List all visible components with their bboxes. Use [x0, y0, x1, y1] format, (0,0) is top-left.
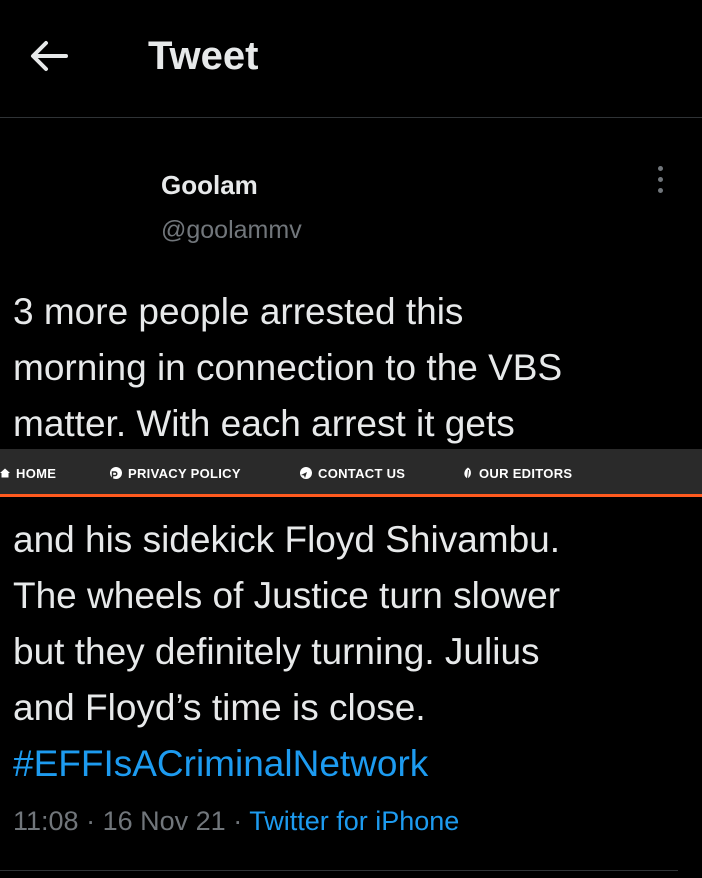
tweet-text-line: 3 more people arrested this — [13, 291, 464, 332]
page-title: Tweet — [148, 34, 259, 78]
site-nav-bar: HOME PRIVACY POLICY CONTACT US OUR EDITO… — [0, 449, 702, 497]
meta-separator: · — [86, 806, 96, 836]
hashtag-link[interactable]: #EFFIsACriminalNetwork — [13, 736, 560, 792]
tweet-text-line: and Floyd’s time is close. — [13, 687, 426, 728]
tweet-source-link[interactable]: Twitter for iPhone — [249, 806, 459, 836]
more-vertical-icon[interactable] — [650, 166, 670, 200]
tweet-meta: 11:08 · 16 Nov 21 · Twitter for iPhone — [13, 806, 459, 837]
tweet-time[interactable]: 11:08 — [13, 806, 79, 836]
meta-separator: · — [233, 806, 243, 836]
home-icon — [0, 468, 10, 478]
arrow-left-icon[interactable] — [26, 34, 70, 78]
tweet-text-line: but they definitely turning. Julius — [13, 631, 540, 672]
tweet-text-top: 3 more people arrested this morning in c… — [13, 284, 562, 452]
author-handle[interactable]: @goolammv — [161, 216, 302, 245]
tweet-header: Tweet — [0, 0, 702, 118]
privacy-icon — [110, 467, 122, 479]
nav-item-our-editors[interactable]: OUR EDITORS — [462, 449, 572, 497]
divider — [0, 870, 678, 871]
nav-item-label: CONTACT US — [318, 465, 406, 481]
nav-item-label: OUR EDITORS — [479, 465, 573, 481]
nav-item-home[interactable]: HOME — [0, 449, 56, 497]
nav-item-contact-us[interactable]: CONTACT US — [300, 449, 405, 497]
nav-item-label: HOME — [16, 465, 57, 481]
tweet-text-bottom: and his sidekick Floyd Shivambu. The whe… — [13, 512, 560, 792]
tweet-text-line: matter. With each arrest it gets — [13, 403, 515, 444]
leaf-icon — [464, 467, 471, 479]
tweet-text-line: and his sidekick Floyd Shivambu. — [13, 519, 561, 560]
tweet-date[interactable]: 16 Nov 21 — [103, 806, 226, 836]
nav-item-privacy-policy[interactable]: PRIVACY POLICY — [110, 449, 241, 497]
send-icon — [300, 467, 312, 479]
author-name[interactable]: Goolam — [161, 170, 258, 201]
nav-item-label: PRIVACY POLICY — [128, 465, 241, 481]
tweet-text-line: morning in connection to the VBS — [13, 347, 563, 388]
tweet-text-line: The wheels of Justice turn slower — [13, 575, 561, 616]
